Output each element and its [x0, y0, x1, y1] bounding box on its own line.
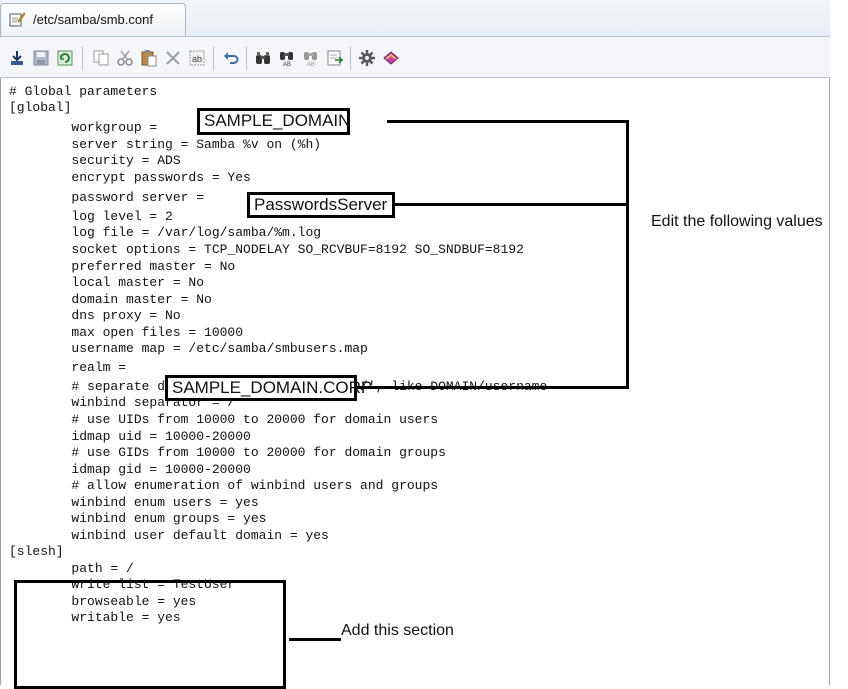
download-icon[interactable] [6, 47, 28, 69]
code-line: domain master = No [9, 292, 212, 307]
bracket-line [626, 120, 629, 389]
select-all-icon[interactable]: ab [186, 47, 208, 69]
svg-text:ab: ab [192, 54, 202, 64]
code-line: path = / [9, 561, 134, 576]
delete-icon[interactable] [162, 47, 184, 69]
title-bar: /etc/samba/smb.conf [0, 0, 830, 40]
slesh-section-box [14, 580, 286, 689]
toolbar-separator [350, 46, 351, 70]
toolbar: ab AB AB [0, 36, 830, 78]
code-line: dns proxy = No [9, 308, 181, 323]
find-previous-icon[interactable]: AB [300, 47, 322, 69]
file-tab[interactable]: /etc/samba/smb.conf [0, 3, 186, 36]
code-line: security = ADS [9, 153, 181, 168]
svg-text:AB: AB [283, 62, 291, 67]
toolbar-separator [246, 46, 247, 70]
svg-text:AB: AB [307, 62, 315, 67]
workgroup-callout-box: SAMPLE_DOMAIN [197, 108, 350, 135]
code-line: # use UIDs from 10000 to 20000 for domai… [9, 412, 439, 427]
file-tab-label: /etc/samba/smb.conf [33, 12, 153, 27]
save-icon[interactable] [30, 47, 52, 69]
paste-icon[interactable] [138, 47, 160, 69]
connector-line [289, 638, 341, 641]
code-line: # Global parameters [9, 84, 158, 99]
connector-line [387, 120, 628, 123]
code-line: winbind enum users = yes [9, 495, 259, 510]
code-line: realm = [9, 360, 134, 375]
find-next-icon[interactable]: AB [276, 47, 298, 69]
code-line: idmap gid = 10000-20000 [9, 462, 251, 477]
code-line: winbind enum groups = yes [9, 511, 267, 526]
code-line: # use GIDs from 10000 to 20000 for domai… [9, 445, 446, 460]
code-line: local master = No [9, 275, 205, 290]
code-line: max open files = 10000 [9, 325, 244, 340]
go-to-line-icon[interactable] [324, 47, 346, 69]
code-line: encrypt passwords = Yes [9, 170, 251, 185]
toolbar-separator [82, 46, 83, 70]
toolbar-separator [213, 46, 214, 70]
edit-values-note: Edit the following values [651, 213, 823, 230]
add-section-note: Add this section [341, 622, 454, 639]
undo-icon[interactable] [220, 47, 242, 69]
edit-file-icon [9, 11, 26, 27]
realm-callout-box: SAMPLE_DOMAIN.CORP [165, 375, 372, 401]
code-line: preferred master = No [9, 259, 236, 274]
reload-icon[interactable] [54, 47, 76, 69]
code-line: [global] [9, 100, 72, 115]
code-line: workgroup = [9, 120, 166, 135]
code-line: log file = /var/log/samba/%m.log [9, 225, 322, 240]
code-line: server string = Samba %v on (%h) [9, 137, 322, 152]
code-line: idmap uid = 10000-20000 [9, 429, 251, 444]
code-line: password server = [9, 190, 212, 205]
copy-icon[interactable] [90, 47, 112, 69]
connector-line [395, 203, 628, 206]
code-line: log level = 2 [9, 209, 173, 224]
code-line: socket options = TCP_NODELAY SO_RCVBUF=8… [9, 242, 524, 257]
code-line: username map = /etc/samba/smbusers.map [9, 341, 368, 356]
password-server-callout-box: PasswordsServer [247, 192, 395, 218]
settings-icon[interactable] [356, 47, 378, 69]
bookmark-icon[interactable] [380, 47, 402, 69]
code-line: # allow enumeration of winbind users and… [9, 478, 439, 493]
code-line: winbind user default domain = yes [9, 528, 329, 543]
cut-icon[interactable] [114, 47, 136, 69]
code-line: [slesh] [9, 544, 64, 559]
connector-line [357, 386, 628, 389]
find-icon[interactable] [252, 47, 274, 69]
